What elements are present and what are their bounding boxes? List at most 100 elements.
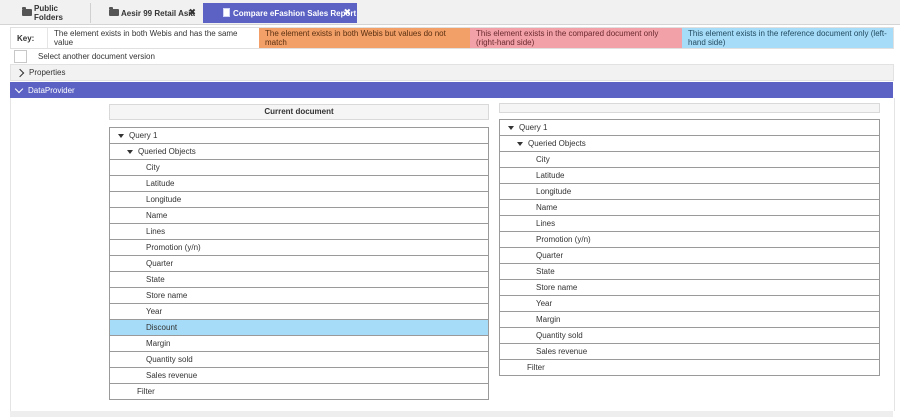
bottom-section-strip xyxy=(10,411,893,417)
tree-row-object[interactable]: Name xyxy=(500,199,879,215)
tree: Query 1 Queried Objects City Latitude Lo… xyxy=(109,127,489,400)
tree-row-object[interactable]: Sales revenue xyxy=(110,367,488,383)
tree-label: Store name xyxy=(146,291,188,300)
tab-label: Aesir 99 Retail Asia xyxy=(121,8,195,18)
tree-label: Year xyxy=(536,299,553,308)
tree-label: Year xyxy=(146,307,163,316)
tree-label: Margin xyxy=(536,315,561,324)
tree-row-object[interactable]: Margin xyxy=(500,311,879,327)
tree-row-object[interactable]: Longitude xyxy=(110,191,488,207)
tab-label: Compare eFashion Sales Report xyxy=(233,8,357,18)
tree-row-object[interactable]: Quantity sold xyxy=(500,327,879,343)
left-panel: Current document Query 1 Queried Objects… xyxy=(109,104,489,400)
tab-aesir-99-retail-asia[interactable]: Aesir 99 Retail Asia ✖ xyxy=(99,3,202,23)
select-version-row: Select another document version xyxy=(10,49,894,65)
tree-row-query[interactable]: Query 1 xyxy=(500,119,879,135)
tab-compare-efashion-sales-report[interactable]: Compare eFashion Sales Report ✖ xyxy=(203,3,357,23)
tree-row-queried-objects[interactable]: Queried Objects xyxy=(500,135,879,151)
tree-label: Query 1 xyxy=(129,131,158,140)
tree-row-object[interactable]: Lines xyxy=(110,223,488,239)
caret-down-icon xyxy=(118,133,124,138)
tree-row-object[interactable]: Store name xyxy=(110,287,488,303)
tree-label: State xyxy=(536,267,555,276)
tree-row-object[interactable]: City xyxy=(500,151,879,167)
tree-row-query[interactable]: Query 1 xyxy=(110,127,488,143)
key-different: The element exists in both Webis but val… xyxy=(259,28,470,48)
tree-row-filter[interactable]: Filter xyxy=(500,359,879,375)
tree-row-object[interactable]: Store name xyxy=(500,279,879,295)
tree-row-filter[interactable]: Filter xyxy=(110,383,488,399)
tree-row-object[interactable]: Year xyxy=(110,303,488,319)
tree-label: Quarter xyxy=(536,251,564,260)
panel-header: Current document xyxy=(109,104,489,120)
chevron-right-icon xyxy=(15,68,25,77)
tree-row-object[interactable]: Sales revenue xyxy=(500,343,879,359)
tree-row-object[interactable]: City xyxy=(110,159,488,175)
dataprovider-section-header[interactable]: DataProvider xyxy=(10,82,893,98)
tree-row-object[interactable]: Margin xyxy=(110,335,488,351)
tree-label: Sales revenue xyxy=(536,347,588,356)
tab-label: Public Folders xyxy=(34,4,63,22)
close-icon[interactable]: ✖ xyxy=(188,7,196,18)
tree-label: Sales revenue xyxy=(146,371,198,380)
key-same: The element exists in both Webis and has… xyxy=(47,28,259,48)
tree-label: Latitude xyxy=(536,171,565,180)
key-legend: Key: The element exists in both Webis an… xyxy=(10,27,894,49)
right-panel: Query 1 Queried Objects City Latitude Lo… xyxy=(499,103,880,376)
folder-icon xyxy=(109,7,119,16)
tab-separator xyxy=(90,3,91,23)
tree-label: City xyxy=(536,155,550,164)
tree-label: Promotion (y/n) xyxy=(146,243,201,252)
tree-row-object[interactable]: Latitude xyxy=(500,167,879,183)
tree-label: Name xyxy=(536,203,558,212)
tree-label: Store name xyxy=(536,283,578,292)
tree-label: Discount xyxy=(146,323,178,332)
tree-row-object[interactable]: Quantity sold xyxy=(110,351,488,367)
tree-label: State xyxy=(146,275,165,284)
key-reference-only: This element exists in the reference doc… xyxy=(682,28,893,48)
tree-label: City xyxy=(146,163,160,172)
tree-label: Longitude xyxy=(536,187,572,196)
tree-label: Queried Objects xyxy=(528,139,586,148)
folder-icon xyxy=(22,7,32,16)
tree-label: Queried Objects xyxy=(138,147,196,156)
panel-header xyxy=(499,103,880,113)
tree-row-object[interactable]: Lines xyxy=(500,215,879,231)
properties-label: Properties xyxy=(29,68,66,77)
tree-row-object[interactable]: State xyxy=(500,263,879,279)
tab-public-folders[interactable]: Public Folders xyxy=(12,3,88,23)
key-label: Key: xyxy=(17,33,35,43)
tree-label: Filter xyxy=(527,363,545,372)
caret-down-icon xyxy=(517,141,523,146)
tree-label: Promotion (y/n) xyxy=(536,235,591,244)
tree-label: Name xyxy=(146,211,168,220)
tree-label: Lines xyxy=(536,219,556,228)
chevron-down-icon xyxy=(14,84,24,93)
tree-label: Quantity sold xyxy=(146,355,193,364)
tree-label: Lines xyxy=(146,227,166,236)
tree-label: Longitude xyxy=(146,195,182,204)
document-icon xyxy=(223,8,230,17)
tree-row-object[interactable]: State xyxy=(110,271,488,287)
close-icon[interactable]: ✖ xyxy=(343,7,351,18)
key-compared-only: This element exists in the compared docu… xyxy=(470,28,682,48)
tree-row-object[interactable]: Promotion (y/n) xyxy=(110,239,488,255)
tree: Query 1 Queried Objects City Latitude Lo… xyxy=(499,119,880,376)
select-version-label: Select another document version xyxy=(38,52,155,61)
tree-row-object[interactable]: Promotion (y/n) xyxy=(500,231,879,247)
tree-row-object[interactable]: Longitude xyxy=(500,183,879,199)
select-version-checkbox[interactable] xyxy=(14,50,27,63)
tree-label: Filter xyxy=(137,387,155,396)
tree-row-object[interactable]: Year xyxy=(500,295,879,311)
tree-row-queried-objects[interactable]: Queried Objects xyxy=(110,143,488,159)
tree-row-object[interactable]: Quarter xyxy=(500,247,879,263)
tree-row-object[interactable]: Name xyxy=(110,207,488,223)
tree-row-object[interactable]: Quarter xyxy=(110,255,488,271)
tree-row-object[interactable]: Latitude xyxy=(110,175,488,191)
caret-down-icon xyxy=(127,149,133,154)
properties-section-header[interactable]: Properties xyxy=(10,64,894,81)
tree-label: Margin xyxy=(146,339,171,348)
tree-row-object-reference-only[interactable]: Discount xyxy=(110,319,488,335)
tree-label: Query 1 xyxy=(519,123,548,132)
tree-label: Quarter xyxy=(146,259,174,268)
